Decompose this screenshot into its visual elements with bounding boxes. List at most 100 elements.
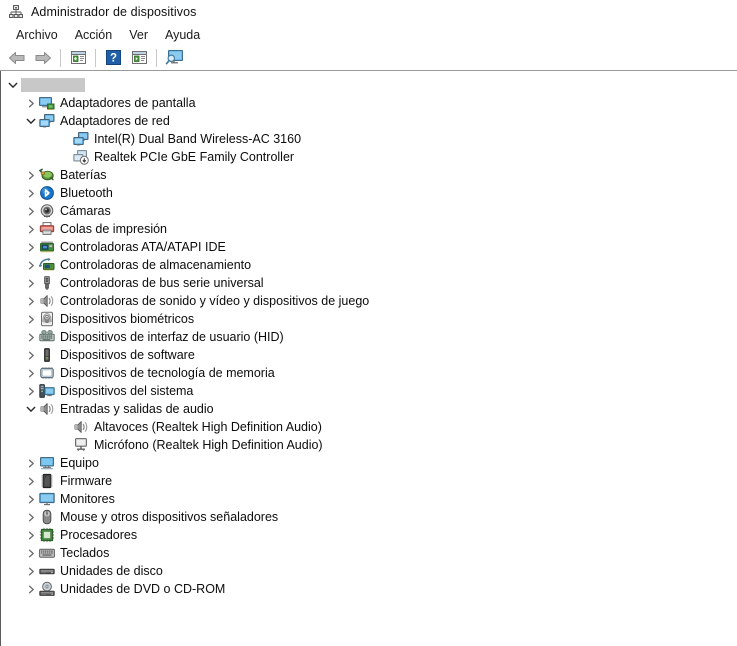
tree-item-label: Mouse y otros dispositivos señaladores bbox=[60, 509, 278, 525]
camera-icon bbox=[39, 203, 55, 219]
network-adapter-disabled-icon bbox=[73, 149, 89, 165]
forward-button[interactable] bbox=[31, 47, 55, 69]
chevron-down-icon[interactable] bbox=[23, 113, 39, 129]
speaker-icon bbox=[73, 419, 89, 435]
help-button[interactable]: ? bbox=[101, 47, 125, 69]
chevron-right-icon[interactable] bbox=[23, 293, 39, 309]
update-driver-button[interactable] bbox=[127, 47, 151, 69]
tree-item-label: Adaptadores de red bbox=[60, 113, 170, 129]
chevron-right-icon[interactable] bbox=[23, 329, 39, 345]
tree-item-bluetooth[interactable]: Bluetooth bbox=[1, 184, 737, 202]
chevron-right-icon[interactable] bbox=[23, 491, 39, 507]
tree-item-label: Micrófono (Realtek High Definition Audio… bbox=[94, 437, 323, 453]
toolbar-separator-1 bbox=[60, 49, 61, 67]
tree-item-dispositivos-biometricos[interactable]: Dispositivos biométricos bbox=[1, 310, 737, 328]
chevron-down-icon[interactable] bbox=[5, 77, 21, 93]
tree-item-altavoces-realtek-high-definition-audio[interactable]: Altavoces (Realtek High Definition Audio… bbox=[1, 418, 737, 436]
tree-item-label: Entradas y salidas de audio bbox=[60, 401, 214, 417]
tree-item-label: Dispositivos biométricos bbox=[60, 311, 194, 327]
software-device-icon bbox=[39, 347, 55, 363]
menu-accion[interactable]: Acción bbox=[67, 26, 122, 44]
properties-window-icon bbox=[70, 50, 87, 65]
tree-item-label: Controladoras ATA/ATAPI IDE bbox=[60, 239, 226, 255]
chevron-right-icon[interactable] bbox=[23, 239, 39, 255]
device-tree[interactable]: Adaptadores de pantalla Adaptadores de r… bbox=[1, 71, 737, 598]
chevron-right-icon[interactable] bbox=[23, 545, 39, 561]
toolbar-separator-2 bbox=[95, 49, 96, 67]
tree-item-firmware[interactable]: Firmware bbox=[1, 472, 737, 490]
computer-icon bbox=[39, 455, 55, 471]
tree-item-equipo[interactable]: Equipo bbox=[1, 454, 737, 472]
tree-item-controladoras-de-sonido-y-video[interactable]: Controladoras de sonido y vídeo y dispos… bbox=[1, 292, 737, 310]
tree-item-controladoras-ata-atapi-ide[interactable]: Controladoras ATA/ATAPI IDE bbox=[1, 238, 737, 256]
chevron-right-icon[interactable] bbox=[23, 473, 39, 489]
tree-item-label: Dispositivos de software bbox=[60, 347, 195, 363]
tree-item-label: Unidades de disco bbox=[60, 563, 163, 579]
network-adapter-icon bbox=[39, 113, 55, 129]
menu-ayuda[interactable]: Ayuda bbox=[157, 26, 209, 44]
device-manager-window: Administrador de dispositivos Archivo Ac… bbox=[0, 0, 737, 646]
chevron-down-icon[interactable] bbox=[23, 401, 39, 417]
properties-button[interactable] bbox=[66, 47, 90, 69]
tree-item-adaptadores-de-red[interactable]: Adaptadores de red bbox=[1, 112, 737, 130]
tree-item-label: Dispositivos del sistema bbox=[60, 383, 193, 399]
chevron-right-icon[interactable] bbox=[23, 347, 39, 363]
tree-item-baterias[interactable]: Baterías bbox=[1, 166, 737, 184]
back-button[interactable] bbox=[5, 47, 29, 69]
tree-item-label: Equipo bbox=[60, 455, 99, 471]
window-title: Administrador de dispositivos bbox=[31, 5, 196, 19]
menu-archivo[interactable]: Archivo bbox=[8, 26, 67, 44]
tree-item-label: Colas de impresión bbox=[60, 221, 167, 237]
tree-item-dispositivos-de-software[interactable]: Dispositivos de software bbox=[1, 346, 737, 364]
tree-item-mouse-y-otros-dispositivos-senaladores[interactable]: Mouse y otros dispositivos señaladores bbox=[1, 508, 737, 526]
tree-item-controladoras-de-bus-serie-universal[interactable]: Controladoras de bus serie universal bbox=[1, 274, 737, 292]
tree-item-controladoras-de-almacenamiento[interactable]: Controladoras de almacenamiento bbox=[1, 256, 737, 274]
tree-item-realtek-pcie-gbe-family-controller[interactable]: Realtek PCIe GbE Family Controller bbox=[1, 148, 737, 166]
tree-item-teclados[interactable]: Teclados bbox=[1, 544, 737, 562]
disk-drive-icon bbox=[39, 563, 55, 579]
chevron-right-icon[interactable] bbox=[23, 455, 39, 471]
chevron-right-icon[interactable] bbox=[23, 563, 39, 579]
chevron-right-icon[interactable] bbox=[23, 203, 39, 219]
tree-item-dispositivos-de-interfaz-de-usuario-hid[interactable]: Dispositivos de interfaz de usuario (HID… bbox=[1, 328, 737, 346]
tree-item-colas-de-impresion[interactable]: Colas de impresión bbox=[1, 220, 737, 238]
system-device-icon bbox=[39, 383, 55, 399]
tree-item-dispositivos-de-tecnologia-de-memoria[interactable]: Dispositivos de tecnología de memoria bbox=[1, 364, 737, 382]
scan-monitor-icon bbox=[165, 49, 184, 66]
bluetooth-icon bbox=[39, 185, 55, 201]
tree-item-monitores[interactable]: Monitores bbox=[1, 490, 737, 508]
chevron-right-icon[interactable] bbox=[23, 257, 39, 273]
chevron-right-icon[interactable] bbox=[23, 383, 39, 399]
monitor-icon bbox=[39, 491, 55, 507]
tree-item-unidades-de-disco[interactable]: Unidades de disco bbox=[1, 562, 737, 580]
chevron-right-icon[interactable] bbox=[23, 365, 39, 381]
redacted-computer-name bbox=[21, 78, 85, 92]
tree-item-unidades-de-dvd-o-cd-rom[interactable]: Unidades de DVD o CD-ROM bbox=[1, 580, 737, 598]
chevron-right-icon[interactable] bbox=[23, 221, 39, 237]
chevron-right-icon[interactable] bbox=[23, 311, 39, 327]
tree-item-dispositivos-del-sistema[interactable]: Dispositivos del sistema bbox=[1, 382, 737, 400]
menu-ver[interactable]: Ver bbox=[121, 26, 157, 44]
chevron-right-icon[interactable] bbox=[23, 509, 39, 525]
tree-item-microfono-realtek-high-definition-audio[interactable]: Micrófono (Realtek High Definition Audio… bbox=[1, 436, 737, 454]
tree-item-entradas-y-salidas-de-audio[interactable]: Entradas y salidas de audio bbox=[1, 400, 737, 418]
tree-item-procesadores[interactable]: Procesadores bbox=[1, 526, 737, 544]
chevron-right-icon[interactable] bbox=[23, 581, 39, 597]
tree-item-adaptadores-de-pantalla[interactable]: Adaptadores de pantalla bbox=[1, 94, 737, 112]
chevron-right-icon[interactable] bbox=[23, 185, 39, 201]
fingerprint-icon bbox=[39, 311, 55, 327]
tree-item-camaras[interactable]: Cámaras bbox=[1, 202, 737, 220]
tree-item-intel-dual-band-wireless-ac-3160[interactable]: Intel(R) Dual Band Wireless-AC 3160 bbox=[1, 130, 737, 148]
chevron-right-icon[interactable] bbox=[23, 527, 39, 543]
chevron-right-icon[interactable] bbox=[23, 275, 39, 291]
tree-item-label: Dispositivos de tecnología de memoria bbox=[60, 365, 275, 381]
chevron-right-icon[interactable] bbox=[23, 95, 39, 111]
back-arrow-icon bbox=[8, 50, 26, 66]
storage-controller-icon bbox=[39, 257, 55, 273]
device-manager-icon bbox=[8, 4, 24, 20]
chevron-right-icon[interactable] bbox=[23, 167, 39, 183]
tree-item-root-computer[interactable] bbox=[1, 76, 737, 94]
toolbar: ? bbox=[0, 45, 737, 71]
tree-item-label: Unidades de DVD o CD-ROM bbox=[60, 581, 225, 597]
scan-hardware-changes-button[interactable] bbox=[162, 47, 186, 69]
